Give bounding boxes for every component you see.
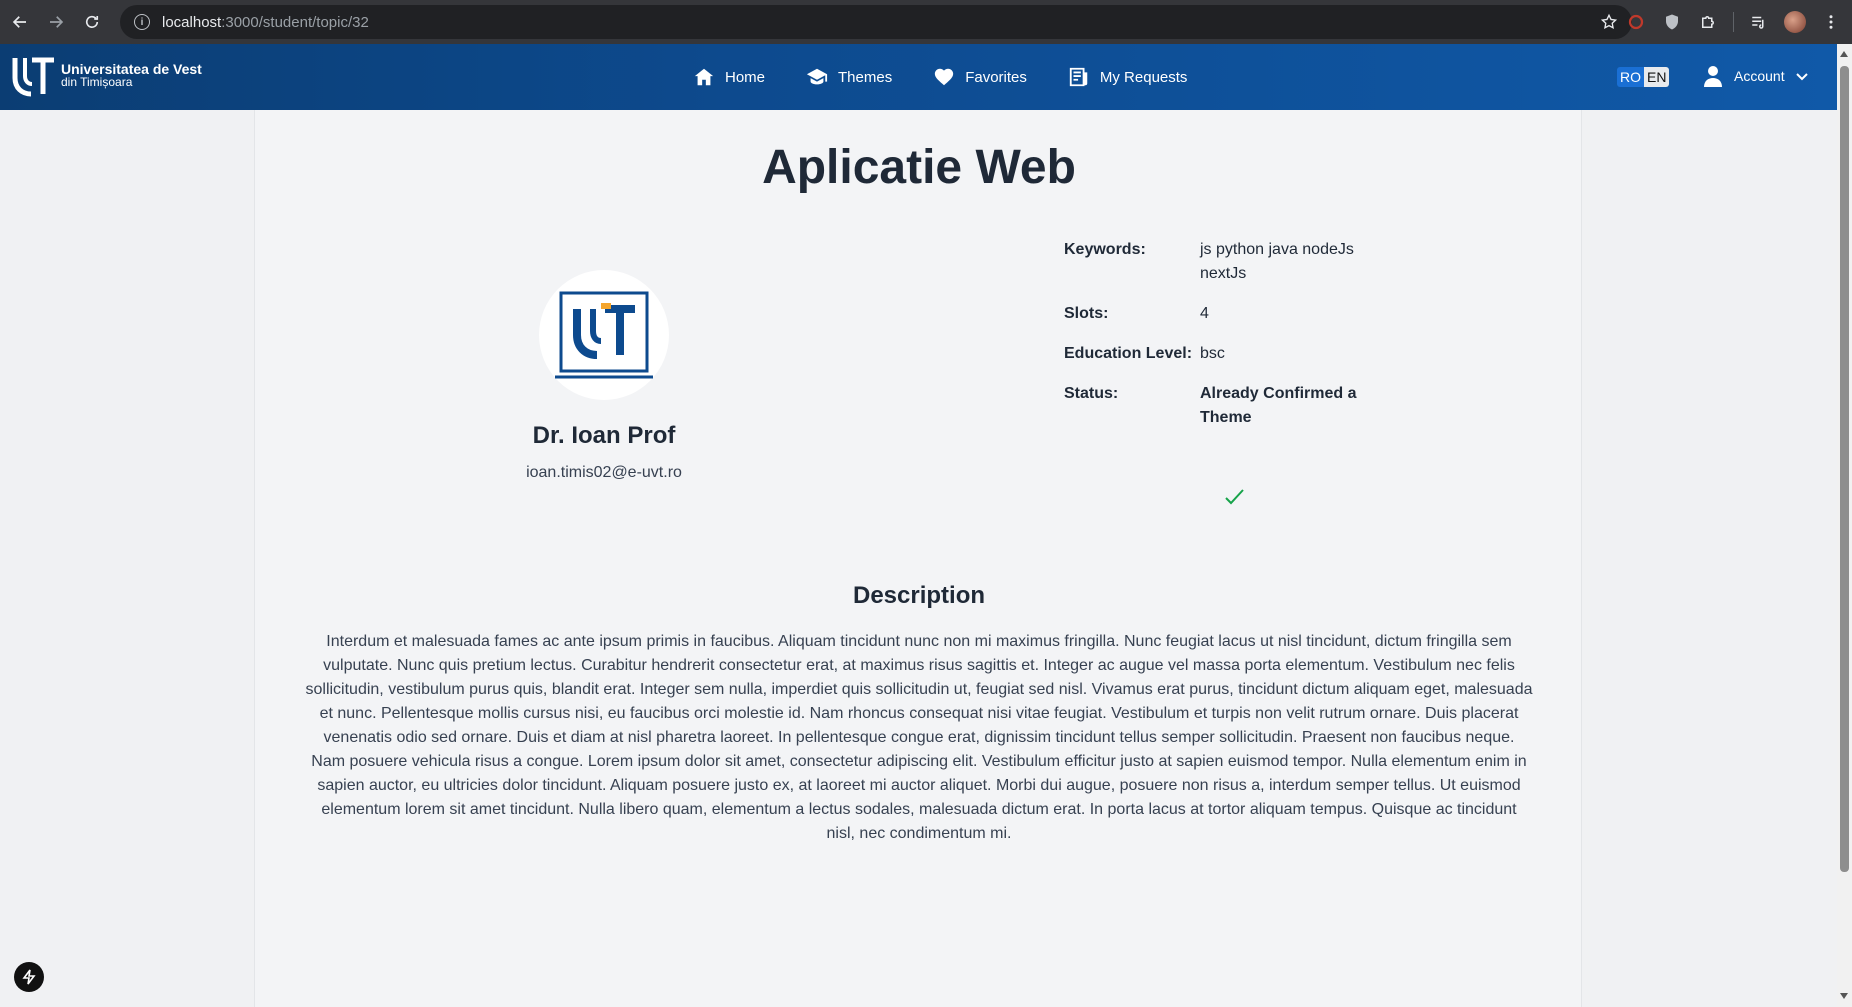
bookmark-star-icon[interactable] (1600, 13, 1618, 31)
detail-key: Slots: (1064, 305, 1109, 322)
detail-row-slots: Slots: 4 (1064, 302, 1384, 326)
shield-extension-icon[interactable] (1661, 11, 1683, 33)
app-navbar: Universitatea de Vest din Timișoara Home… (0, 44, 1837, 110)
professor-email: ioan.timis02@e-uvt.ro (526, 464, 682, 481)
detail-key: Status: (1064, 385, 1119, 402)
detail-key: Keywords: (1064, 241, 1146, 258)
media-controls-icon[interactable] (1748, 11, 1770, 33)
uvt-logo-icon (12, 57, 54, 97)
user-icon (1704, 66, 1722, 87)
logo-line2: din Timișoara (61, 75, 133, 89)
account-label: Account (1734, 68, 1785, 84)
nav-favorites[interactable]: Favorites (933, 66, 1027, 88)
main-menu: Home Themes Favorites My Requests (693, 44, 1228, 110)
chevron-down-icon (1795, 73, 1808, 81)
graduation-cap-icon (806, 68, 828, 85)
address-bar[interactable]: i localhost:3000/student/topic/32 (120, 5, 1632, 39)
detail-value: bsc (1200, 345, 1225, 362)
nav-themes-label: Themes (838, 68, 893, 86)
profile-avatar[interactable] (1784, 11, 1806, 33)
topic-panel: Aplicatie Web Dr. Ioan Prof ioan.timis02… (254, 110, 1582, 1007)
kebab-menu-icon[interactable] (1820, 11, 1842, 33)
browser-toolbar: i localhost:3000/student/topic/32 (0, 0, 1852, 44)
scroll-up-arrow[interactable] (1840, 51, 1848, 57)
nav-my-requests[interactable]: My Requests (1068, 66, 1188, 88)
nav-my-requests-label: My Requests (1099, 68, 1188, 86)
url-path: :3000/student/topic/32 (221, 13, 369, 31)
scroll-down-arrow[interactable] (1840, 993, 1848, 999)
extension-red-icon[interactable] (1625, 11, 1647, 33)
detail-value: 4 (1200, 305, 1209, 322)
topic-details: Keywords: js python java nodeJs nextJs S… (1064, 238, 1384, 446)
description-text: Interdum et malesuada fames ac ante ipsu… (305, 633, 1533, 842)
nav-home[interactable]: Home (693, 66, 765, 88)
forward-icon[interactable] (38, 4, 74, 40)
account-menu[interactable]: Account (1703, 65, 1809, 87)
dev-tools-bolt-icon[interactable] (14, 962, 44, 992)
detail-row-keywords: Keywords: js python java nodeJs nextJs (1064, 238, 1384, 286)
language-switcher: RO EN (1617, 67, 1670, 87)
description-title: Description (852, 582, 986, 609)
check-icon (1225, 489, 1244, 505)
back-icon[interactable] (2, 4, 38, 40)
professor-avatar (539, 270, 669, 400)
detail-value: js python java nodeJs nextJs (1200, 241, 1354, 282)
university-logo[interactable]: Universitatea de Vest din Timișoara (12, 54, 202, 98)
detail-row-education-level: Education Level: bsc (1064, 342, 1384, 366)
lang-en-button[interactable]: EN (1644, 67, 1670, 87)
reload-icon[interactable] (74, 4, 110, 40)
site-info-icon[interactable]: i (134, 14, 150, 30)
nav-themes[interactable]: Themes (806, 66, 892, 88)
detail-key: Education Level: (1064, 345, 1193, 362)
lang-ro-button[interactable]: RO (1617, 67, 1644, 87)
heart-icon (935, 68, 954, 86)
status-value: Already Confirmed a Theme (1200, 385, 1357, 426)
page-title: Aplicatie Web (762, 141, 1076, 194)
nav-favorites-label: Favorites (965, 68, 1027, 86)
detail-row-status: Status: Already Confirmed a Theme (1064, 382, 1384, 430)
scroll-thumb[interactable] (1840, 66, 1849, 872)
professor-name: Dr. Ioan Prof (532, 422, 676, 449)
url-host: localhost (162, 13, 222, 31)
uvt-logo-icon (555, 291, 653, 379)
page-scrollbar[interactable] (1837, 44, 1852, 1007)
home-icon (694, 68, 714, 86)
toolbar-divider (1733, 12, 1734, 32)
document-icon (1069, 67, 1088, 87)
puzzle-extensions-icon[interactable] (1697, 11, 1719, 33)
nav-home-label: Home (725, 68, 766, 86)
